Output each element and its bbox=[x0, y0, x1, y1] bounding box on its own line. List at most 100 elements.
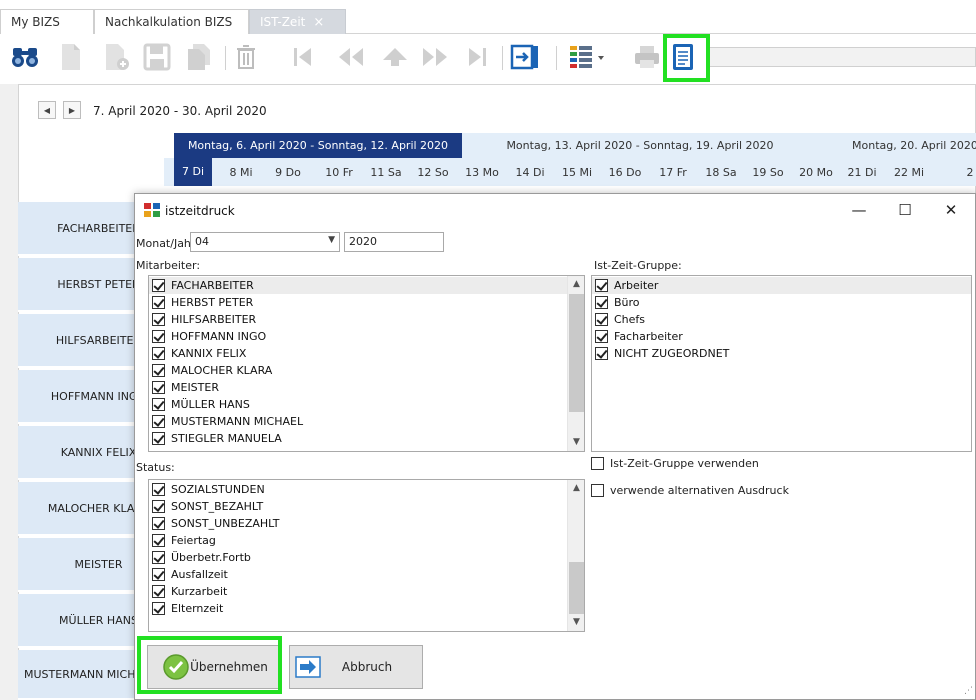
prev-range-button[interactable]: ◀ bbox=[38, 101, 56, 119]
week-header[interactable]: Montag, 20. April 2020 bbox=[818, 133, 976, 158]
checkbox[interactable] bbox=[152, 534, 165, 547]
print-icon[interactable] bbox=[630, 40, 664, 74]
list-item[interactable]: MEISTER bbox=[149, 379, 584, 396]
checkbox[interactable] bbox=[152, 568, 165, 581]
resize-grip-icon[interactable]: ⋰ bbox=[964, 686, 973, 696]
exit-icon[interactable] bbox=[508, 40, 542, 74]
scroll-down-icon[interactable]: ▼ bbox=[568, 434, 584, 451]
list-item[interactable]: SOZIALSTUNDEN bbox=[149, 481, 584, 498]
list-item[interactable]: MÜLLER HANS bbox=[149, 396, 584, 413]
day-header[interactable]: 16 Do bbox=[604, 166, 646, 184]
list-item[interactable]: STIEGLER MANUELA bbox=[149, 430, 584, 447]
next-record-icon[interactable] bbox=[418, 40, 452, 74]
close-button[interactable]: ✕ bbox=[928, 198, 974, 222]
dialog-title-bar[interactable]: istzeitdruck — ☐ ✕ bbox=[135, 194, 975, 226]
tab-my-bizs[interactable]: My BIZS bbox=[0, 9, 94, 34]
checkbox[interactable] bbox=[152, 432, 165, 445]
day-header[interactable]: 9 Do bbox=[269, 166, 307, 184]
list-item[interactable]: FACHARBEITER bbox=[149, 277, 584, 294]
checkbox[interactable] bbox=[152, 398, 165, 411]
status-list[interactable]: SOZIALSTUNDEN SONST_BEZAHLT SONST_UNBEZA… bbox=[148, 479, 585, 632]
year-field[interactable]: 2020 bbox=[344, 232, 444, 252]
checkbox[interactable] bbox=[152, 602, 165, 615]
day-header[interactable]: 18 Sa bbox=[700, 166, 742, 184]
checkbox[interactable] bbox=[152, 313, 165, 326]
list-item[interactable]: KANNIX FELIX bbox=[149, 345, 584, 362]
last-record-icon[interactable] bbox=[460, 40, 494, 74]
checkbox[interactable] bbox=[152, 483, 165, 496]
list-item[interactable]: SONST_UNBEZAHLT bbox=[149, 515, 584, 532]
week-header[interactable]: Montag, 13. April 2020 - Sonntag, 19. Ap… bbox=[462, 133, 818, 158]
day-header[interactable]: 10 Fr bbox=[318, 166, 360, 184]
list-item[interactable]: SONST_BEZAHLT bbox=[149, 498, 584, 515]
list-item[interactable]: Kurzarbeit bbox=[149, 583, 584, 600]
day-header[interactable]: 13 Mo bbox=[460, 166, 504, 184]
day-header[interactable]: 15 Mi bbox=[557, 166, 597, 184]
next-range-button[interactable]: ▶ bbox=[63, 101, 81, 119]
checkbox[interactable] bbox=[152, 551, 165, 564]
abbruch-button[interactable]: Abbruch bbox=[289, 645, 423, 689]
day-header-selected[interactable]: 7 Di bbox=[174, 158, 212, 186]
add-document-icon[interactable] bbox=[100, 40, 134, 74]
month-select[interactable]: 04 ▼ bbox=[190, 232, 340, 252]
day-header[interactable]: 22 Mi bbox=[888, 166, 930, 184]
checkbox[interactable] bbox=[152, 381, 165, 394]
opt-alt-checkbox[interactable]: verwende alternativen Ausdruck bbox=[591, 484, 789, 497]
list-item[interactable]: HOFFMANN INGO bbox=[149, 328, 584, 345]
day-header[interactable]: 17 Fr bbox=[652, 166, 694, 184]
opt-gruppe-checkbox[interactable]: Ist-Zeit-Gruppe verwenden bbox=[591, 457, 759, 470]
list-item[interactable]: Chefs bbox=[592, 311, 971, 328]
list-view-icon[interactable] bbox=[568, 40, 608, 74]
status-scrollbar[interactable]: ▲ ▼ bbox=[567, 480, 584, 631]
week-header-selected[interactable]: Montag, 6. April 2020 - Sonntag, 12. Apr… bbox=[174, 133, 462, 158]
delete-icon[interactable] bbox=[229, 40, 263, 74]
list-item[interactable]: Facharbeiter bbox=[592, 328, 971, 345]
maximize-button[interactable]: ☐ bbox=[882, 198, 928, 222]
checkbox[interactable] bbox=[152, 364, 165, 377]
save-icon[interactable] bbox=[140, 40, 174, 74]
checkbox[interactable] bbox=[595, 279, 608, 292]
up-icon[interactable] bbox=[378, 40, 412, 74]
checkbox[interactable] bbox=[152, 347, 165, 360]
checkbox[interactable] bbox=[152, 500, 165, 513]
gruppe-list[interactable]: Arbeiter Büro Chefs Facharbeiter NICHT Z… bbox=[591, 275, 972, 452]
list-item[interactable]: Ausfallzeit bbox=[149, 566, 584, 583]
list-item[interactable]: MUSTERMANN MICHAEL bbox=[149, 413, 584, 430]
scroll-up-icon[interactable]: ▲ bbox=[568, 480, 584, 497]
previous-record-icon[interactable] bbox=[334, 40, 368, 74]
list-item[interactable]: HILFSARBEITER bbox=[149, 311, 584, 328]
list-item[interactable]: Überbetr.Fortb bbox=[149, 549, 584, 566]
tab-close-icon[interactable]: × bbox=[313, 15, 324, 30]
scroll-down-icon[interactable]: ▼ bbox=[568, 614, 584, 631]
scroll-thumb[interactable] bbox=[569, 562, 584, 614]
minimize-button[interactable]: — bbox=[836, 198, 882, 222]
list-item[interactable]: Feiertag bbox=[149, 532, 584, 549]
day-header[interactable]: 19 So bbox=[746, 166, 790, 184]
first-record-icon[interactable] bbox=[286, 40, 320, 74]
scroll-thumb[interactable] bbox=[569, 294, 584, 412]
checkbox[interactable] bbox=[152, 517, 165, 530]
checkbox[interactable] bbox=[595, 347, 608, 360]
new-document-icon[interactable] bbox=[54, 40, 88, 74]
day-header[interactable]: 8 Mi bbox=[222, 166, 260, 184]
copy-document-icon[interactable] bbox=[182, 40, 216, 74]
scroll-up-icon[interactable]: ▲ bbox=[568, 276, 584, 293]
checkbox[interactable] bbox=[152, 296, 165, 309]
mitarbeiter-list[interactable]: FACHARBEITER HERBST PETER HILFSARBEITER … bbox=[148, 275, 585, 452]
list-item[interactable]: Elternzeit bbox=[149, 600, 584, 617]
checkbox[interactable] bbox=[152, 279, 165, 292]
checkbox[interactable] bbox=[152, 330, 165, 343]
tab-nachkalkulation[interactable]: Nachkalkulation BIZS bbox=[94, 9, 249, 34]
checkbox[interactable] bbox=[595, 330, 608, 343]
checkbox[interactable] bbox=[152, 585, 165, 598]
checkbox[interactable] bbox=[591, 484, 604, 497]
day-header[interactable]: 2 bbox=[964, 166, 976, 184]
day-header[interactable]: 21 Di bbox=[842, 166, 882, 184]
checkbox[interactable] bbox=[591, 457, 604, 470]
tab-ist-zeit[interactable]: IST-Zeit × bbox=[249, 9, 346, 34]
binoculars-icon[interactable] bbox=[8, 40, 42, 74]
list-item[interactable]: HERBST PETER bbox=[149, 294, 584, 311]
day-header[interactable]: 14 Di bbox=[510, 166, 550, 184]
day-header[interactable]: 12 So bbox=[412, 166, 454, 184]
checkbox[interactable] bbox=[595, 313, 608, 326]
